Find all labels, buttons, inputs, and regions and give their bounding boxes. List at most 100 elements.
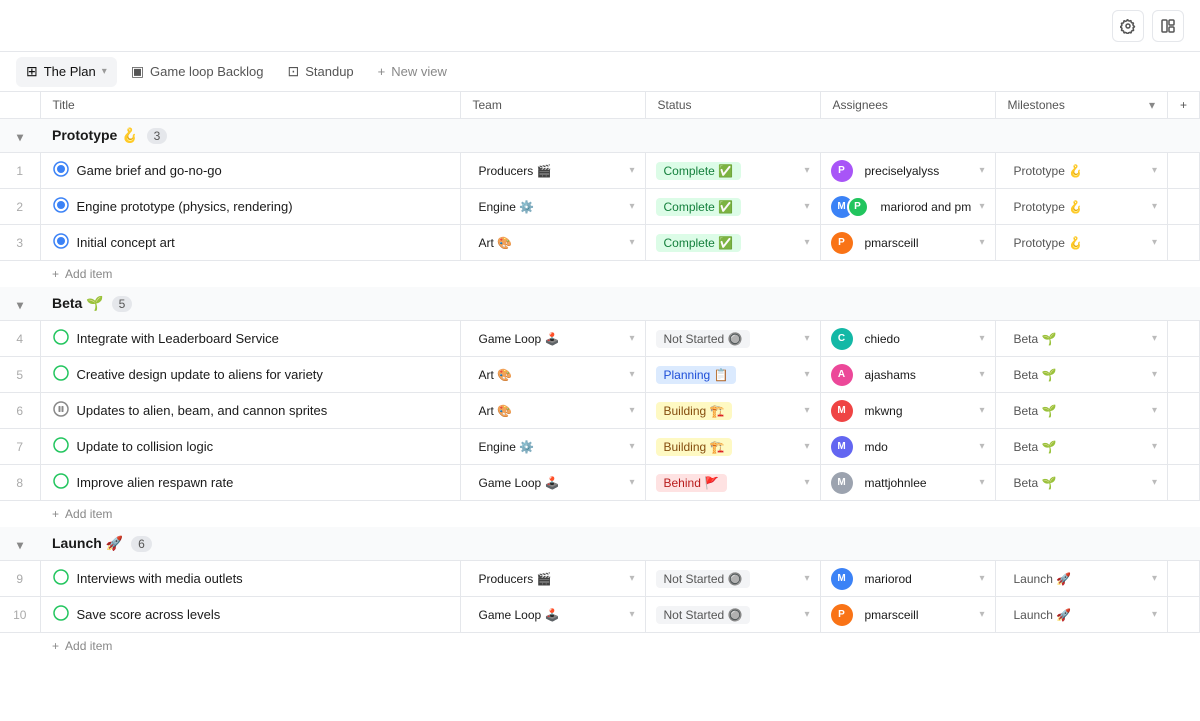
assignees-chevron-icon[interactable]: ▾: [979, 477, 984, 488]
top-bar: [0, 0, 1200, 52]
row-status-cell[interactable]: Behind 🚩 ▾: [645, 465, 820, 501]
row-status-cell[interactable]: Building 🏗️ ▾: [645, 393, 820, 429]
team-chevron-icon[interactable]: ▾: [629, 369, 634, 380]
row-milestone-cell[interactable]: Beta 🌱 ▾: [995, 393, 1167, 429]
milestone-chevron-icon[interactable]: ▾: [1152, 165, 1157, 176]
assignees-chevron-icon[interactable]: ▾: [979, 441, 984, 452]
milestone-chevron-icon[interactable]: ▾: [1152, 201, 1157, 212]
row-assignees-cell[interactable]: Mmkwng ▾: [820, 393, 995, 429]
team-chevron-icon[interactable]: ▾: [629, 405, 634, 416]
row-milestone-cell[interactable]: Launch 🚀 ▾: [995, 561, 1167, 597]
row-milestone-cell[interactable]: Launch 🚀 ▾: [995, 597, 1167, 633]
status-chevron-icon[interactable]: ▾: [804, 333, 809, 344]
row-status-cell[interactable]: Building 🏗️ ▾: [645, 429, 820, 465]
row-status-cell[interactable]: Planning 📋 ▾: [645, 357, 820, 393]
row-team-cell[interactable]: Art 🎨 ▾: [460, 357, 645, 393]
team-chevron-icon[interactable]: ▾: [629, 441, 634, 452]
add-item-button[interactable]: + Add item: [52, 507, 1188, 521]
milestone-chevron-icon[interactable]: ▾: [1152, 405, 1157, 416]
status-chevron-icon[interactable]: ▾: [804, 201, 809, 212]
status-chevron-icon[interactable]: ▾: [804, 405, 809, 416]
row-assignees-cell[interactable]: Ppmarsceill ▾: [820, 597, 995, 633]
section-collapse-beta[interactable]: ▾: [15, 296, 25, 314]
tab-standup[interactable]: ⊡ Standup: [278, 57, 364, 87]
assignees-chevron-icon[interactable]: ▾: [979, 201, 984, 212]
row-team-cell[interactable]: Game Loop 🕹️ ▾: [460, 597, 645, 633]
row-status-cell[interactable]: Not Started 🔘 ▾: [645, 321, 820, 357]
add-item-button[interactable]: + Add item: [52, 267, 1188, 281]
status-chevron-icon[interactable]: ▾: [804, 165, 809, 176]
assignees-chevron-icon[interactable]: ▾: [979, 405, 984, 416]
team-chevron-icon[interactable]: ▾: [629, 333, 634, 344]
settings-button[interactable]: [1112, 10, 1144, 42]
milestone-chevron-icon[interactable]: ▾: [1152, 237, 1157, 248]
new-view-plus-icon: +: [378, 64, 386, 79]
milestone-tag: Prototype 🪝: [1006, 234, 1092, 252]
team-chevron-icon[interactable]: ▾: [629, 237, 634, 248]
row-assignees-cell[interactable]: MPmariorod and pm ▾: [820, 189, 995, 225]
team-chevron-icon[interactable]: ▾: [629, 573, 634, 584]
milestone-chevron-icon[interactable]: ▾: [1152, 477, 1157, 488]
row-status-cell[interactable]: Complete ✅ ▾: [645, 225, 820, 261]
team-chevron-icon[interactable]: ▾: [629, 609, 634, 620]
row-team-cell[interactable]: Art 🎨 ▾: [460, 225, 645, 261]
row-milestone-cell[interactable]: Beta 🌱 ▾: [995, 429, 1167, 465]
row-team-cell[interactable]: Engine ⚙️ ▾: [460, 429, 645, 465]
tab-game-loop-backlog[interactable]: ▣ Game loop Backlog: [121, 57, 274, 87]
assignees-chevron-icon[interactable]: ▾: [979, 237, 984, 248]
milestone-chevron-icon[interactable]: ▾: [1152, 609, 1157, 620]
row-team-cell[interactable]: Art 🎨 ▾: [460, 393, 645, 429]
layout-button[interactable]: [1152, 10, 1184, 42]
row-assignees-cell[interactable]: Mmdo ▾: [820, 429, 995, 465]
row-milestone-cell[interactable]: Beta 🌱 ▾: [995, 321, 1167, 357]
row-assignees-cell[interactable]: Ppmarsceill ▾: [820, 225, 995, 261]
add-item-button[interactable]: + Add item: [52, 639, 1188, 653]
team-chevron-icon[interactable]: ▾: [629, 165, 634, 176]
milestone-chevron-icon[interactable]: ▾: [1152, 573, 1157, 584]
status-chevron-icon[interactable]: ▾: [804, 609, 809, 620]
tab-plan-chevron[interactable]: ▾: [102, 66, 107, 77]
row-team-cell[interactable]: Engine ⚙️ ▾: [460, 189, 645, 225]
milestone-chevron-icon[interactable]: ▾: [1152, 441, 1157, 452]
row-milestone-cell[interactable]: Prototype 🪝 ▾: [995, 225, 1167, 261]
tab-the-plan[interactable]: ⊞ The Plan ▾: [16, 57, 117, 87]
assignees-chevron-icon[interactable]: ▾: [979, 369, 984, 380]
assignees-chevron-icon[interactable]: ▾: [979, 573, 984, 584]
row-team-cell[interactable]: Game Loop 🕹️ ▾: [460, 465, 645, 501]
row-team-cell[interactable]: Game Loop 🕹️ ▾: [460, 321, 645, 357]
row-assignees-cell[interactable]: Aajashams ▾: [820, 357, 995, 393]
row-milestone-cell[interactable]: Prototype 🪝 ▾: [995, 189, 1167, 225]
status-chevron-icon[interactable]: ▾: [804, 441, 809, 452]
row-milestone-cell[interactable]: Beta 🌱 ▾: [995, 465, 1167, 501]
milestone-chevron-icon[interactable]: ▾: [1152, 333, 1157, 344]
tab-new-view[interactable]: + New view: [368, 57, 457, 87]
row-assignees-cell[interactable]: Ppreciselyalyss ▾: [820, 153, 995, 189]
section-collapse-launch[interactable]: ▾: [15, 536, 25, 554]
row-milestone-cell[interactable]: Prototype 🪝 ▾: [995, 153, 1167, 189]
assignees-chevron-icon[interactable]: ▾: [979, 333, 984, 344]
status-chevron-icon[interactable]: ▾: [804, 369, 809, 380]
row-status-cell[interactable]: Not Started 🔘 ▾: [645, 561, 820, 597]
section-collapse-prototype[interactable]: ▾: [15, 128, 25, 146]
row-milestone-cell[interactable]: Beta 🌱 ▾: [995, 357, 1167, 393]
row-assignees-cell[interactable]: Mmariorod ▾: [820, 561, 995, 597]
team-chevron-icon[interactable]: ▾: [629, 477, 634, 488]
status-chevron-icon[interactable]: ▾: [804, 477, 809, 488]
milestone-chevron-icon[interactable]: ▾: [1152, 369, 1157, 380]
row-status-cell[interactable]: Not Started 🔘 ▾: [645, 597, 820, 633]
status-chevron-icon[interactable]: ▾: [804, 573, 809, 584]
row-assignees-cell[interactable]: Mmattjohnlee ▾: [820, 465, 995, 501]
row-status-cell[interactable]: Complete ✅ ▾: [645, 153, 820, 189]
row-team-cell[interactable]: Producers 🎬 ▾: [460, 561, 645, 597]
col-title: Title: [40, 92, 460, 119]
assignees-chevron-icon[interactable]: ▾: [979, 165, 984, 176]
assignees-chevron-icon[interactable]: ▾: [979, 609, 984, 620]
status-chevron-icon[interactable]: ▾: [804, 237, 809, 248]
row-status-cell[interactable]: Complete ✅ ▾: [645, 189, 820, 225]
col-add[interactable]: +: [1167, 92, 1199, 119]
row-assignees-cell[interactable]: Cchiedo ▾: [820, 321, 995, 357]
row-team-cell[interactable]: Producers 🎬 ▾: [460, 153, 645, 189]
row-number: 3: [16, 236, 23, 250]
team-chevron-icon[interactable]: ▾: [629, 201, 634, 212]
milestones-filter-icon[interactable]: ▾: [1149, 98, 1155, 112]
